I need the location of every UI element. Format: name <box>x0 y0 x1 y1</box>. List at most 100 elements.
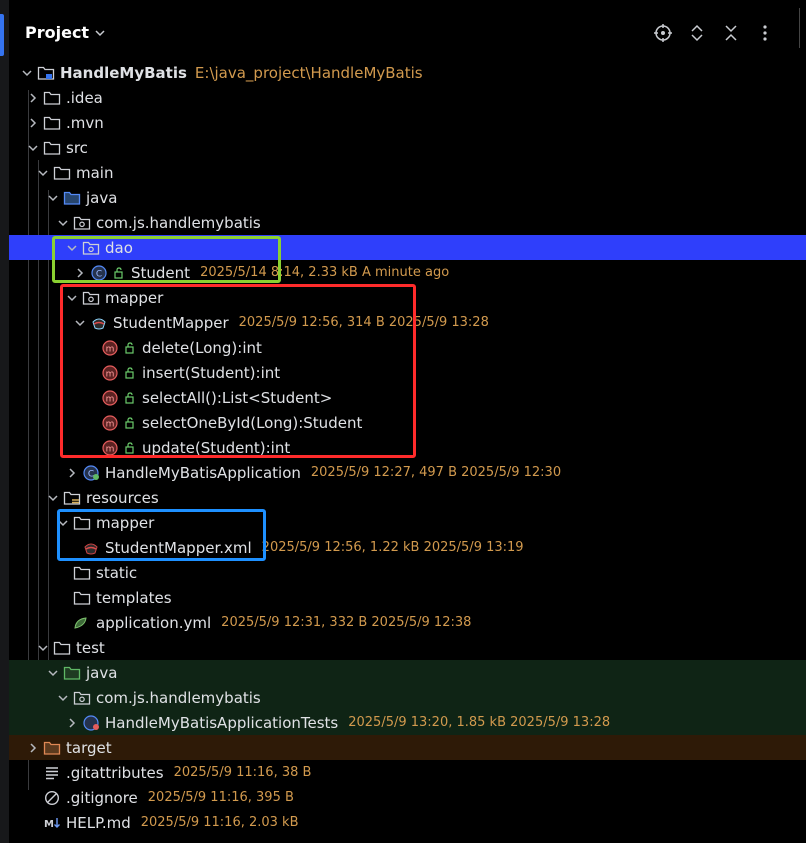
tree-item-label: .gitattributes <box>66 763 164 782</box>
tree-row-gitignore[interactable]: .gitignore 2025/5/9 11:16, 395 B <box>9 785 806 810</box>
file-meta: 2025/5/9 12:31, 332 B 2025/5/9 12:38 <box>221 615 472 630</box>
chevron-down-icon[interactable] <box>19 65 35 81</box>
tree-item-label: insert(Student):int <box>142 363 281 382</box>
tree-row-target[interactable]: target <box>9 735 806 760</box>
chevron-right-icon[interactable] <box>64 465 80 481</box>
tree-row-mapper[interactable]: mapper <box>9 285 806 310</box>
tree-item-label: HandleMyBatisApplication <box>105 463 301 482</box>
tree-row-delete-long-int[interactable]: m delete(Long):int <box>9 335 806 360</box>
tree-row-test[interactable]: test <box>9 635 806 660</box>
tree-row-selectonebyid-long-student[interactable]: m selectOneById(Long):Student <box>9 410 806 435</box>
tree-row-static[interactable]: static <box>9 560 806 585</box>
more-options-icon[interactable] <box>755 23 775 43</box>
chevron-down-icon[interactable] <box>72 315 88 331</box>
folder-icon <box>43 90 61 106</box>
file-meta: 2025/5/9 13:20, 1.85 kB 2025/5/9 13:28 <box>348 715 611 730</box>
chevron-down-icon[interactable] <box>35 640 51 656</box>
tree-row-student[interactable]: C Student 2025/5/14 8:14, 2.33 kB A minute… <box>9 260 806 285</box>
chevron-down-icon[interactable] <box>64 240 80 256</box>
project-tool-indicator[interactable] <box>0 14 4 56</box>
tree-row-src[interactable]: src <box>9 135 806 160</box>
tree-item-label: target <box>66 738 112 757</box>
chevron-right-icon[interactable] <box>72 265 88 281</box>
chevron-right-icon[interactable] <box>25 90 41 106</box>
tree-row-idea[interactable]: .idea <box>9 85 806 110</box>
tree-row-java[interactable]: java <box>9 660 806 685</box>
chevron-right-icon[interactable] <box>25 740 41 756</box>
chevron-down-icon[interactable] <box>45 190 61 206</box>
folder-icon <box>43 140 61 156</box>
tree-row-com-js-handlemybatis[interactable]: com.js.handlemybatis <box>9 685 806 710</box>
ignore-file-icon <box>43 790 61 806</box>
method-icon: m <box>101 414 119 431</box>
tree-item-label: Student <box>131 263 191 282</box>
chevron-right-icon[interactable] <box>64 715 80 731</box>
tree-row-handlemybatisapplicationtests[interactable]: HandleMyBatisApplicationTests 2025/5/9 13… <box>9 710 806 735</box>
tree-item-label: StudentMapper.xml <box>105 538 252 557</box>
tree-row-dao[interactable]: dao <box>9 235 806 260</box>
tree-row-com-js-handlemybatis[interactable]: com.js.handlemybatis <box>9 210 806 235</box>
tree-item-label: selectAll():List<Student> <box>142 388 333 407</box>
locate-icon[interactable] <box>653 23 673 43</box>
chevron-down-icon[interactable] <box>55 215 71 231</box>
project-tree: HandleMyBatis E:\java_project\HandleMyBat… <box>9 60 806 843</box>
tree-row-update-student-int[interactable]: m update(Student):int <box>9 435 806 460</box>
chevron-right-icon[interactable] <box>25 115 41 131</box>
package-icon <box>73 690 91 706</box>
tree-row-mvn[interactable]: .mvn <box>9 110 806 135</box>
page-title[interactable]: Project <box>25 23 89 42</box>
test-class-icon <box>82 714 100 731</box>
tree-row-application-yml[interactable]: application.yml 2025/5/9 12:31, 332 B 202… <box>9 610 806 635</box>
chevron-down-icon[interactable] <box>64 290 80 306</box>
tree-item-label: java <box>86 663 118 682</box>
folder-icon <box>53 165 71 181</box>
chevron-down-icon[interactable] <box>45 665 61 681</box>
expand-all-icon[interactable] <box>687 23 707 43</box>
svg-text:m: m <box>106 369 115 379</box>
svg-text:m: m <box>106 394 115 404</box>
collapse-all-icon[interactable] <box>721 23 741 43</box>
tree-item-label: main <box>76 163 114 182</box>
tree-row-studentmapper-xml[interactable]: StudentMapper.xml 2025/5/9 12:56, 1.22 kB… <box>9 535 806 560</box>
excluded-folder-icon <box>43 740 61 756</box>
tree-row-gitattributes[interactable]: .gitattributes 2025/5/9 11:16, 38 B <box>9 760 806 785</box>
tree-row-handlemybatisapplication[interactable]: C HandleMyBatisApplication 2025/5/9 12:27,… <box>9 460 806 485</box>
tree-item-label: delete(Long):int <box>142 338 262 357</box>
tree-row-java[interactable]: java <box>9 185 806 210</box>
tree-row-selectall-list-student[interactable]: m selectAll():List<Student> <box>9 385 806 410</box>
window-edge <box>799 8 806 48</box>
tree-row-insert-student-int[interactable]: m insert(Student):int <box>9 360 806 385</box>
chevron-down-icon[interactable] <box>93 26 107 40</box>
chevron-down-icon[interactable] <box>25 140 41 156</box>
chevron-down-icon[interactable] <box>45 490 61 506</box>
tree-row-main[interactable]: main <box>9 160 806 185</box>
tree-row-templates[interactable]: templates <box>9 585 806 610</box>
mybatis-xml-icon <box>82 540 100 556</box>
package-icon <box>82 240 100 256</box>
tree-row-mapper[interactable]: mapper <box>9 510 806 535</box>
tree-row-help-md[interactable]: M HELP.md 2025/5/9 11:16, 2.03 kB <box>9 810 806 835</box>
svg-text:m: m <box>106 344 115 354</box>
file-meta: 2025/5/9 12:56, 1.22 kB 2025/5/9 13:19 <box>261 540 524 555</box>
class-icon: C <box>90 264 108 281</box>
tree-row-resources[interactable]: resources <box>9 485 806 510</box>
tree-row-handlemybatis[interactable]: HandleMyBatis E:\java_project\HandleMyBat… <box>9 60 806 85</box>
module-path: E:\java_project\HandleMyBatis <box>194 63 423 82</box>
tree-row-studentmapper[interactable]: StudentMapper 2025/5/9 12:56, 314 B 2025/… <box>9 310 806 335</box>
public-access-icon <box>124 366 136 379</box>
chevron-down-icon[interactable] <box>55 515 71 531</box>
markdown-icon: M <box>43 815 61 831</box>
chevron-down-icon[interactable] <box>55 690 71 706</box>
tree-item-label: mapper <box>96 513 155 532</box>
tree-item-label: HandleMyBatis <box>60 63 187 82</box>
package-icon <box>73 215 91 231</box>
chevron-down-icon[interactable] <box>35 165 51 181</box>
tree-item-label: static <box>96 563 138 582</box>
file-meta: 2025/5/9 11:16, 395 B <box>147 790 294 805</box>
